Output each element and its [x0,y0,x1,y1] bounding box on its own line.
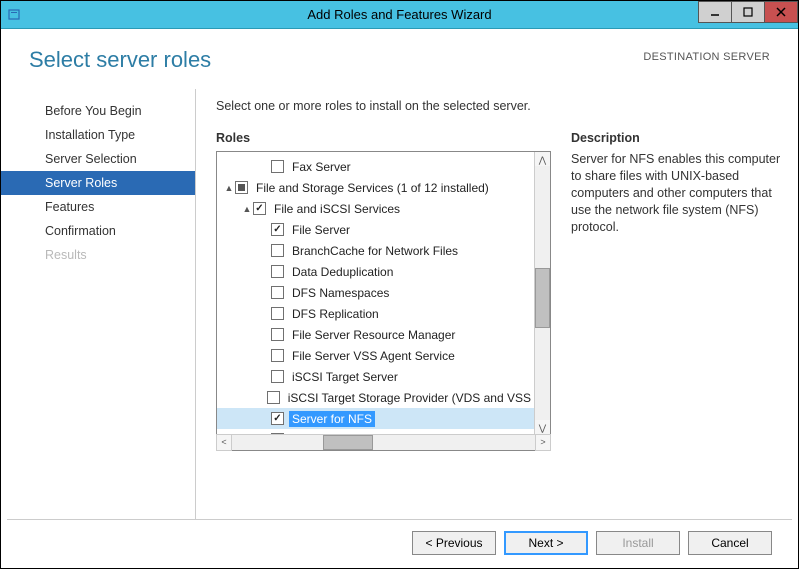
destination-server-label: DESTINATION SERVER [643,51,770,63]
tree-node-label: File and iSCSI Services [271,201,403,217]
install-button[interactable]: Install [596,531,680,555]
close-button[interactable] [764,1,798,23]
tree-node[interactable]: iSCSI Target Server [217,366,534,387]
app-icon [7,7,23,23]
checkbox[interactable] [271,433,284,434]
window-controls [699,1,798,23]
tree-node-label: File Server Resource Manager [289,327,458,343]
checkbox[interactable] [271,349,284,362]
horizontal-scrollbar[interactable]: < > [217,434,550,450]
roles-tree[interactable]: Fax Server▲File and Storage Services (1 … [216,151,551,451]
tree-node[interactable]: Data Deduplication [217,261,534,282]
tree-node[interactable]: ▲ File and iSCSI Services [217,198,534,219]
header: Select server roles DESTINATION SERVER [1,29,798,89]
maximize-button[interactable] [731,1,765,23]
tree-node[interactable]: Server for NFS [217,408,534,429]
tree-node[interactable]: Work Folders [217,429,534,434]
tree-node-label: Work Folders [289,432,366,435]
scroll-down-icon[interactable]: ⋁ [534,419,550,434]
expander-icon[interactable]: ▲ [241,204,253,214]
titlebar: Add Roles and Features Wizard [1,1,798,29]
window-title: Add Roles and Features Wizard [307,7,491,22]
tree-node[interactable]: File Server [217,219,534,240]
description-text: Server for NFS enables this computer to … [571,151,784,235]
nav-step[interactable]: Before You Begin [1,99,195,123]
checkbox[interactable] [271,328,284,341]
nav-step: Results [1,243,195,267]
tree-node[interactable]: File Server Resource Manager [217,324,534,345]
checkbox[interactable] [271,244,284,257]
nav-step[interactable]: Features [1,195,195,219]
instruction-text: Select one or more roles to install on t… [216,99,784,113]
previous-button[interactable]: < Previous [412,531,496,555]
checkbox[interactable] [271,286,284,299]
checkbox[interactable] [271,265,284,278]
scroll-up-icon[interactable]: ⋀ [534,152,550,167]
nav-step[interactable]: Server Roles [1,171,195,195]
tree-node-label: Data Deduplication [289,264,396,280]
tree-node-label: DFS Replication [289,306,382,322]
tree-node[interactable]: Fax Server [217,156,534,177]
tree-node-label: Fax Server [289,159,354,175]
scroll-left-icon[interactable]: < [216,434,232,451]
tree-node-label: File and Storage Services (1 of 12 insta… [253,180,492,196]
checkbox[interactable] [271,307,284,320]
vertical-scrollbar[interactable]: ⋀ ⋁ [534,152,550,434]
tree-node-label: Server for NFS [289,411,375,427]
tree-node-label: BranchCache for Network Files [289,243,461,259]
scroll-thumb[interactable] [535,268,550,328]
scroll-right-icon[interactable]: > [535,434,551,451]
checkbox[interactable] [235,181,248,194]
wizard-nav: Before You BeginInstallation TypeServer … [1,89,196,519]
minimize-button[interactable] [698,1,732,23]
scroll-thumb-h[interactable] [323,435,373,450]
tree-node-label: File Server VSS Agent Service [289,348,458,364]
checkbox[interactable] [271,160,284,173]
next-button[interactable]: Next > [504,531,588,555]
tree-node[interactable]: BranchCache for Network Files [217,240,534,261]
checkbox[interactable] [271,412,284,425]
tree-node-label: iSCSI Target Server [289,369,401,385]
expander-icon[interactable]: ▲ [223,183,235,193]
roles-header: Roles [216,131,551,145]
tree-node-label: File Server [289,222,353,238]
description-header: Description [571,131,784,145]
checkbox[interactable] [267,391,280,404]
wizard-footer: < Previous Next > Install Cancel [7,519,792,565]
tree-node-label: DFS Namespaces [289,285,392,301]
tree-node[interactable]: ▲ File and Storage Services (1 of 12 inst… [217,177,534,198]
nav-step[interactable]: Confirmation [1,219,195,243]
checkbox[interactable] [253,202,266,215]
nav-step[interactable]: Installation Type [1,123,195,147]
checkbox[interactable] [271,223,284,236]
content-area: Select one or more roles to install on t… [196,89,798,519]
nav-step[interactable]: Server Selection [1,147,195,171]
tree-node-label: iSCSI Target Storage Provider (VDS and V… [285,390,534,406]
tree-node[interactable]: iSCSI Target Storage Provider (VDS and V… [217,387,534,408]
tree-node[interactable]: DFS Namespaces [217,282,534,303]
checkbox[interactable] [271,370,284,383]
tree-node[interactable]: DFS Replication [217,303,534,324]
tree-node[interactable]: File Server VSS Agent Service [217,345,534,366]
cancel-button[interactable]: Cancel [688,531,772,555]
